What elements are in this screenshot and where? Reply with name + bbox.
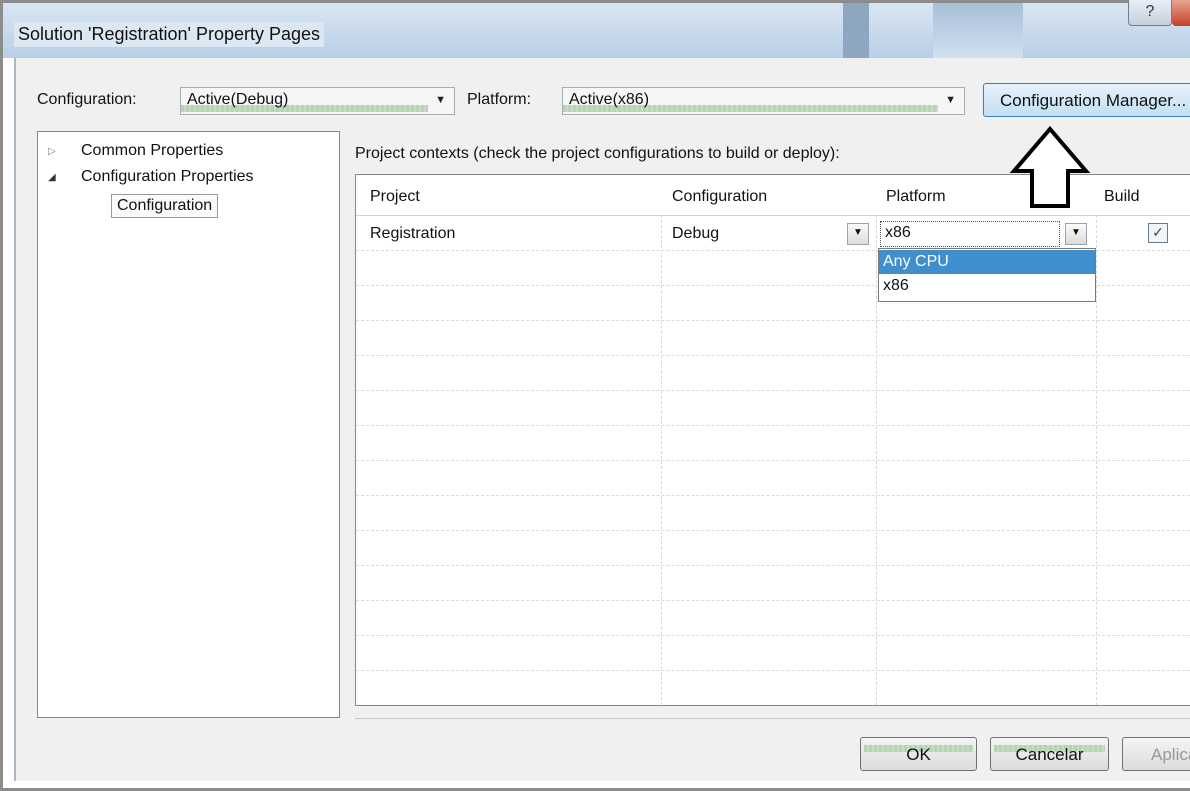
column-header-build[interactable]: Build	[1104, 188, 1140, 206]
grid-row-line	[356, 565, 1190, 566]
collapse-icon[interactable]: ◢	[48, 172, 56, 183]
configuration-combo[interactable]: Active(Debug) ▼	[180, 87, 455, 115]
platform-dropdown-list: Any CPU x86	[878, 248, 1096, 302]
tree-item-configuration-properties[interactable]: Configuration Properties	[81, 168, 254, 186]
footer-divider	[355, 718, 1190, 719]
close-button[interactable]	[1172, 0, 1190, 26]
platform-label: Platform:	[467, 91, 532, 108]
grid-row-line	[356, 355, 1190, 356]
dialog-title: Solution 'Registration' Property Pages	[14, 22, 325, 47]
configuration-manager-label: Configuration Manager...	[1000, 91, 1187, 110]
grid-row-line	[356, 600, 1190, 601]
chevron-down-icon: ▼	[853, 227, 863, 238]
grid-row-line	[356, 635, 1190, 636]
property-tree: ▷ Common Properties ◢ Configuration Prop…	[37, 131, 340, 718]
grid-row-line	[356, 425, 1190, 426]
expand-icon[interactable]: ▷	[48, 146, 56, 157]
row-platform-field[interactable]: x86	[880, 221, 1060, 247]
background-window-tile	[933, 3, 1023, 58]
grid-row-line	[356, 460, 1190, 461]
platform-dropdown-button[interactable]: ▼	[1065, 223, 1087, 245]
tree-item-common-properties[interactable]: Common Properties	[81, 142, 223, 160]
help-button[interactable]: ?	[1128, 0, 1172, 26]
grid-row-line	[356, 530, 1190, 531]
grid-row-line	[356, 495, 1190, 496]
column-header-configuration[interactable]: Configuration	[672, 188, 767, 206]
column-header-platform[interactable]: Platform	[886, 188, 946, 206]
ok-button-label: OK	[906, 745, 931, 764]
platform-combo-value: Active(x86)	[569, 91, 650, 108]
platform-combo[interactable]: Active(x86) ▼	[562, 87, 965, 115]
cancel-button[interactable]: Cancelar	[990, 737, 1109, 771]
row-configuration-value[interactable]: Debug	[672, 225, 719, 243]
grid-row-line	[356, 670, 1190, 671]
tree-item-configuration[interactable]: Configuration	[111, 194, 219, 218]
build-checkbox[interactable]: ✓	[1148, 223, 1168, 243]
cancel-button-label: Cancelar	[1015, 745, 1084, 764]
project-contexts-heading: Project contexts (check the project conf…	[355, 145, 840, 162]
grid-row-line	[356, 320, 1190, 321]
configuration-manager-button[interactable]: Configuration Manager...	[983, 83, 1190, 117]
configuration-combo-value: Active(Debug)	[187, 91, 289, 108]
column-header-project[interactable]: Project	[370, 188, 420, 206]
ok-button[interactable]: OK	[860, 737, 977, 771]
chevron-down-icon: ▼	[945, 94, 956, 106]
chevron-down-icon: ▼	[1071, 227, 1081, 238]
platform-option-any-cpu[interactable]: Any CPU	[879, 250, 1095, 274]
header-divider	[356, 215, 1190, 216]
grid-row-line	[356, 390, 1190, 391]
row-platform-value: x86	[885, 224, 911, 241]
apply-button-label: Aplicar	[1151, 745, 1190, 764]
chevron-down-icon: ▼	[435, 94, 446, 106]
background-window-edge	[843, 3, 869, 58]
up-arrow-annotation-icon	[1009, 125, 1091, 208]
configuration-dropdown-button[interactable]: ▼	[847, 223, 869, 245]
row-project-registration[interactable]: Registration	[370, 225, 455, 243]
configuration-label: Configuration:	[37, 91, 137, 108]
apply-button[interactable]: Aplicar	[1122, 737, 1190, 771]
project-contexts-grid: Project Configuration Platform Build Reg…	[355, 174, 1190, 706]
platform-option-x86[interactable]: x86	[879, 274, 1095, 298]
